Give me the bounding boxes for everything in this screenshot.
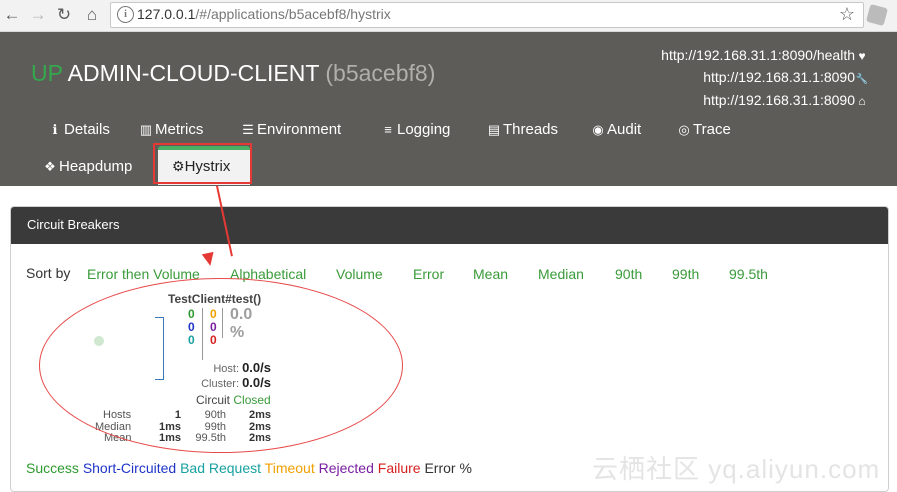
home-icon: ⌂: [858, 94, 866, 108]
url-path: /#/applications/b5acebf8/hystrix: [195, 6, 391, 22]
management-link-text[interactable]: http://192.168.31.1:8090: [703, 69, 855, 85]
reload-icon[interactable]: ↻: [54, 5, 74, 25]
list-icon: ☰: [242, 122, 254, 137]
tab-label: Environment: [257, 121, 342, 138]
app-id: (b5acebf8): [325, 60, 436, 86]
url-host: 127.0.0.1: [137, 6, 196, 22]
sort-median[interactable]: Median: [538, 266, 584, 282]
service-link-text[interactable]: http://192.168.31.1:8090: [703, 92, 855, 108]
legend-success: Success: [26, 460, 79, 476]
highlight-box: [153, 143, 252, 184]
legend-short-circuited: Short-Circuited: [82, 460, 177, 476]
home-icon[interactable]: ⌂: [82, 5, 102, 25]
sort-label: Sort by: [26, 265, 71, 281]
health-link[interactable]: http://192.168.31.1:8090/health ♥: [661, 45, 869, 67]
tab-heapdump[interactable]: ❖ Heapdump: [43, 158, 132, 175]
tab-label: Trace: [693, 121, 731, 138]
tab-label: Logging: [397, 121, 451, 138]
tab-logging[interactable]: ≡ Logging: [381, 121, 450, 138]
info-icon[interactable]: i: [117, 6, 134, 23]
panel-header: Circuit Breakers: [11, 207, 888, 244]
bookmark-star-icon[interactable]: ☆: [839, 4, 855, 25]
sort-mean[interactable]: Mean: [473, 266, 508, 282]
tab-label: Heapdump: [59, 158, 133, 175]
heartbeat-icon: ♥: [858, 49, 866, 63]
address-bar[interactable]: i 127.0.0.1/#/applications/b5acebf8/hyst…: [110, 2, 864, 28]
app-links: http://192.168.31.1:8090/health ♥ http://…: [661, 45, 869, 112]
tab-threads[interactable]: ▤ Threads: [487, 121, 558, 138]
tab-environment[interactable]: ☰ Environment: [241, 121, 341, 138]
tab-audit[interactable]: ◉ Audit: [591, 121, 641, 138]
tab-label: Threads: [503, 121, 559, 138]
tab-metrics[interactable]: ▥ Metrics: [139, 121, 204, 138]
tab-label: Metrics: [155, 121, 204, 138]
legend-timeout: Timeout: [264, 460, 315, 476]
table-icon: ▤: [487, 122, 501, 137]
sort-bar: Sort by Error then Volume Alphabetical V…: [26, 265, 886, 283]
forward-icon[interactable]: →: [28, 5, 48, 25]
health-link-text[interactable]: http://192.168.31.1:8090/health: [661, 47, 855, 63]
tab-details[interactable]: ℹ Details: [48, 121, 110, 138]
legend-rejected: Rejected: [318, 460, 374, 476]
watermark: 云栖社区 yq.aliyun.com: [592, 454, 881, 484]
sort-error[interactable]: Error: [413, 266, 444, 282]
cubes-icon: ❖: [44, 159, 56, 174]
sliders-icon: ≡: [384, 122, 392, 137]
sort-90th[interactable]: 90th: [615, 266, 642, 282]
info-icon: ℹ: [52, 122, 58, 137]
sort-99-5th[interactable]: 99.5th: [729, 266, 768, 282]
wrench-icon: 🔧: [855, 73, 869, 85]
service-link[interactable]: http://192.168.31.1:8090 ⌂: [661, 90, 869, 112]
sort-volume[interactable]: Volume: [336, 266, 383, 282]
browser-toolbar: ← → ↻ ⌂ i 127.0.0.1/#/applications/b5ace…: [0, 0, 897, 32]
back-icon[interactable]: ←: [2, 5, 22, 25]
eye-icon: ◎: [678, 122, 690, 137]
legend-bad-request: Bad Request: [180, 460, 262, 476]
app-header: UP ADMIN-CLOUD-CLIENT (b5acebf8) http://…: [0, 32, 897, 186]
management-link[interactable]: http://192.168.31.1:8090🔧: [661, 67, 869, 91]
tab-label: Audit: [607, 121, 642, 138]
tab-label: Details: [64, 121, 110, 138]
sort-99th[interactable]: 99th: [672, 266, 699, 282]
user-circle-icon: ◉: [592, 122, 604, 137]
annotation-arrow-head: [201, 251, 217, 268]
url-text[interactable]: 127.0.0.1/#/applications/b5acebf8/hystri…: [137, 6, 391, 22]
app-name: ADMIN-CLOUD-CLIENT: [67, 60, 319, 86]
tab-trace[interactable]: ◎ Trace: [677, 121, 731, 138]
bar-chart-icon: ▥: [139, 122, 153, 137]
extension-icon[interactable]: [865, 3, 889, 27]
annotation-ellipse: [39, 278, 403, 453]
panel-title: Circuit Breakers: [27, 217, 120, 232]
app-title: UP ADMIN-CLOUD-CLIENT (b5acebf8): [31, 60, 435, 87]
legend: Success Short-Circuited Bad Request Time…: [26, 460, 472, 476]
legend-failure: Failure: [377, 460, 421, 476]
legend-error-pct: Error %: [424, 460, 472, 476]
status-badge: UP: [31, 60, 63, 86]
